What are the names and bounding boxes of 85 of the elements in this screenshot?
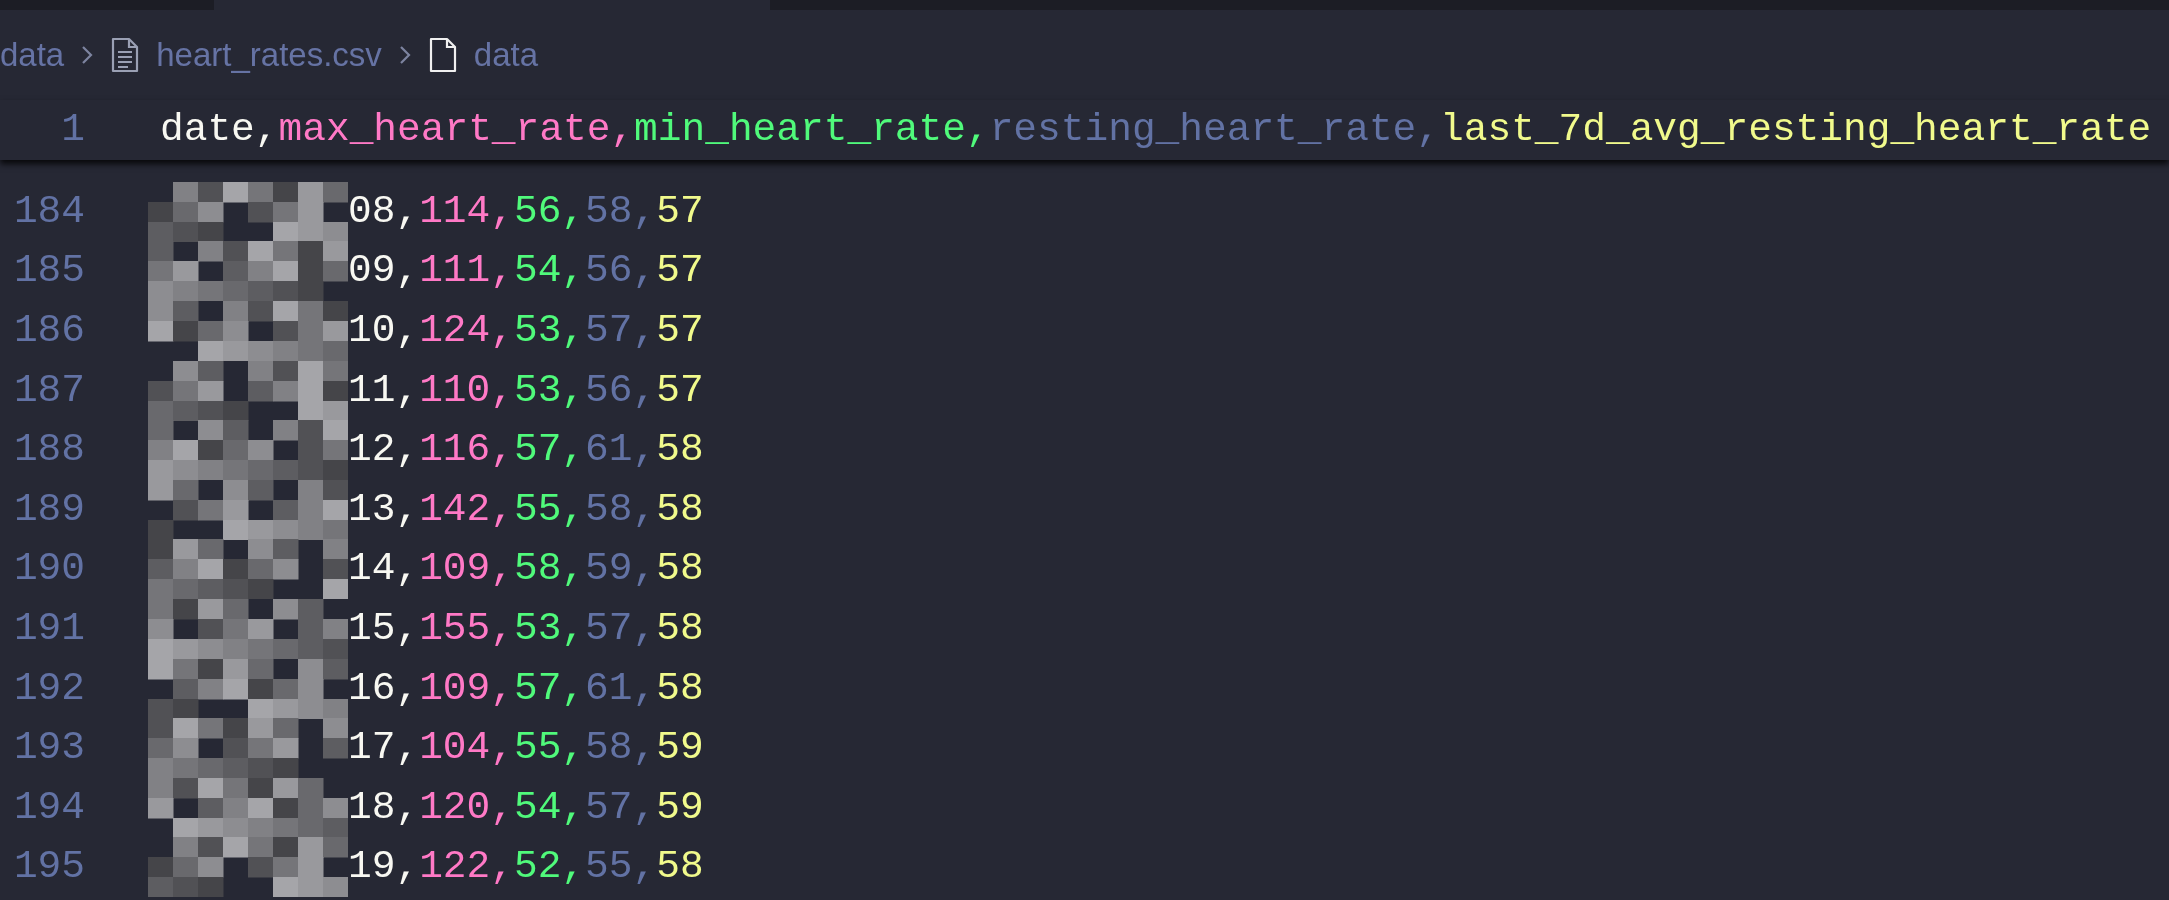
csv-field: 16,: [348, 658, 420, 719]
chevron-right-icon: [397, 44, 412, 66]
csv-field: 54,: [513, 777, 586, 838]
csv-field: 55,: [513, 479, 586, 540]
csv-field: date,: [160, 100, 279, 160]
csv-field: 19,: [348, 837, 420, 898]
csv-field: resting_heart_rate,: [989, 100, 1441, 160]
csv-field: 110,: [419, 360, 514, 421]
csv-field: 56,: [585, 241, 657, 302]
csv-field: 11,: [348, 360, 420, 421]
csv-field: 58: [656, 420, 704, 481]
line-number: 192: [12, 664, 85, 713]
csv-field: 10,: [348, 301, 420, 361]
csv-field: 09,: [348, 241, 420, 302]
csv-field: 111,: [419, 241, 514, 302]
csv-field: 57: [656, 360, 704, 421]
csv-field: 109,: [419, 658, 514, 719]
csv-field: 18,: [348, 777, 420, 838]
csv-field: 59: [656, 718, 704, 779]
line-number: 193: [12, 724, 85, 773]
csv-field: 58: [656, 479, 704, 540]
csv-field: 53,: [513, 360, 586, 421]
csv-field: last_7d_avg_resting_heart_rate: [1440, 100, 2152, 160]
csv-field: 58: [656, 539, 704, 600]
line-number: 191: [12, 604, 85, 653]
csv-field: 104,: [419, 718, 514, 779]
csv-field: 52,: [513, 837, 586, 898]
csv-field: 58,: [513, 539, 586, 600]
breadcrumb-item[interactable]: data: [473, 30, 539, 80]
csv-field: 57: [656, 181, 704, 242]
csv-field: 55,: [513, 718, 586, 779]
csv-field: 53,: [513, 598, 586, 659]
csv-field: 124,: [419, 301, 514, 361]
csv-field: 57: [656, 241, 704, 302]
csv-field: 122,: [419, 837, 514, 898]
csv-field: 15,: [348, 598, 420, 659]
line-number: 189: [12, 485, 85, 534]
csv-field: 61,: [585, 658, 657, 719]
csv-field: 14,: [348, 539, 420, 600]
csv-field: 57,: [513, 658, 586, 719]
line-number: 184: [12, 187, 85, 236]
csv-field: 53,: [513, 301, 586, 361]
line-number: 195: [12, 843, 85, 892]
csv-field: 56,: [513, 181, 586, 242]
csv-field: 58: [656, 658, 704, 719]
csv-field: 58: [656, 598, 704, 659]
csv-field: 57,: [513, 420, 586, 481]
file-icon: [427, 37, 458, 73]
csv-field: max_heart_rate,: [278, 100, 635, 160]
csv-field: 114,: [419, 181, 514, 242]
line-number: 194: [12, 783, 85, 832]
csv-field: 56,: [585, 360, 657, 421]
csv-field: 12,: [348, 420, 420, 481]
csv-field: min_heart_rate,: [634, 100, 990, 160]
csv-field: 54,: [513, 241, 586, 302]
csv-field: 58,: [585, 479, 657, 540]
breadcrumb-item[interactable]: heart_rates.csv: [156, 30, 382, 80]
document-icon: [110, 37, 141, 73]
csv-field: 59,: [585, 539, 657, 600]
csv-field: 57,: [585, 301, 657, 361]
csv-field: 116,: [419, 420, 514, 481]
csv-field: 58,: [585, 718, 657, 779]
csv-field: 55,: [585, 837, 657, 898]
csv-field: 58,: [585, 181, 657, 242]
csv-field: 57,: [585, 777, 657, 838]
csv-field: 155,: [419, 598, 514, 659]
csv-field: 120,: [419, 777, 514, 838]
csv-field: 142,: [419, 479, 514, 540]
line-number: 190: [12, 545, 85, 594]
line-number: 187: [12, 366, 85, 415]
line-number: 186: [12, 307, 85, 355]
line-number: 188: [12, 426, 85, 475]
csv-field: 59: [656, 777, 704, 838]
csv-field: 17,: [348, 718, 420, 779]
csv-field: 57: [656, 301, 704, 361]
csv-field: 109,: [419, 539, 514, 600]
csv-field: 58: [656, 837, 704, 898]
breadcrumb-item[interactable]: data: [0, 30, 65, 80]
csv-field: 13,: [348, 479, 420, 540]
chevron-right-icon: [80, 44, 95, 66]
csv-field: 08,: [348, 181, 420, 242]
line-number: 185: [12, 247, 85, 296]
line-number: 1: [60, 106, 85, 154]
csv-field: 61,: [585, 420, 657, 481]
csv-field: 57,: [585, 598, 657, 659]
